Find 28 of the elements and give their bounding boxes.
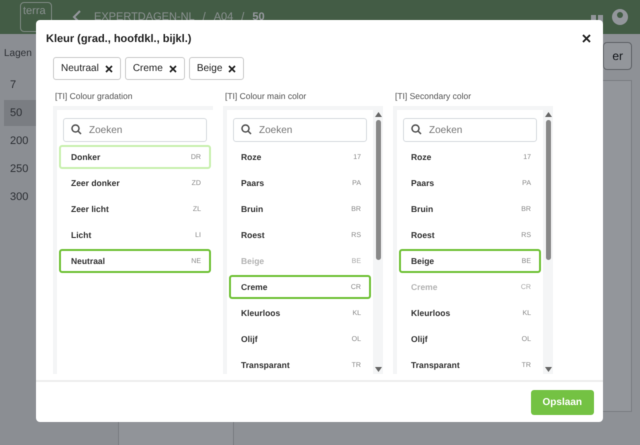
toolbar-button[interactable]: er [603, 42, 632, 70]
scrollbar[interactable] [373, 110, 383, 374]
scroll-down-icon[interactable] [544, 367, 552, 372]
column-label: [TI] Secondary color [394, 90, 472, 103]
search-field[interactable]: Zoeken [63, 118, 207, 142]
column-label: [TI] Colour gradation [54, 90, 134, 103]
close-icon[interactable] [582, 34, 591, 43]
filter-chip[interactable]: Creme [124, 57, 185, 80]
scroll-up-icon[interactable] [544, 112, 552, 117]
remove-icon[interactable] [168, 64, 177, 72]
search-icon [411, 124, 422, 135]
column-label: [TI] Colour main color [224, 90, 308, 103]
search-icon [71, 124, 82, 135]
remove-icon[interactable] [228, 64, 236, 72]
scrollbar[interactable] [543, 110, 553, 374]
dialog-title: Kleur (grad., hoofdkl., bijkl.) [46, 32, 192, 44]
breadcrumb-separator: / [241, 11, 244, 23]
breadcrumb-separator: / [202, 11, 206, 23]
scroll-down-icon[interactable] [374, 367, 382, 372]
remove-icon[interactable] [104, 64, 113, 72]
search-icon [241, 124, 252, 135]
scroll-up-icon[interactable] [374, 112, 382, 117]
sidebar-title: Lagen [4, 47, 32, 61]
filter-chip[interactable]: Beige [188, 57, 244, 80]
search-field[interactable]: Zoeken [233, 118, 367, 142]
filter-chip[interactable]: Neutraal [53, 57, 121, 80]
user-icon[interactable] [612, 9, 628, 25]
search-field[interactable]: Zoeken [403, 118, 537, 142]
